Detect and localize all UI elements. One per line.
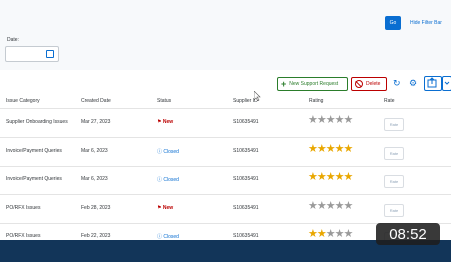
star-icon: ★: [343, 171, 354, 183]
status-text: Closed: [163, 148, 179, 155]
go-button[interactable]: Go: [385, 16, 401, 30]
supplier-id-cell: S10635491: [233, 233, 259, 239]
rating-stars: ★★★★★: [308, 171, 354, 183]
star-icon: ★: [325, 171, 336, 183]
column-header-rate[interactable]: Rate: [384, 98, 395, 104]
status-cell: ⓘ Closed: [157, 233, 179, 240]
rate-button[interactable]: Rate: [384, 203, 404, 217]
star-icon: ★: [316, 114, 327, 126]
star-icon: ★: [325, 142, 336, 155]
table-toolbar: + New Support Request Delete ↻ ⚙: [0, 70, 451, 96]
star-icon: ★: [343, 142, 354, 155]
new-support-request-label: New Support Request: [289, 81, 339, 87]
table-row[interactable]: Invoice/Payment Queries Mar 6, 2023 ⓘ Clos…: [0, 138, 451, 167]
created-date-cell: Mar 27, 2023: [81, 119, 111, 125]
column-header-status[interactable]: Status: [157, 98, 171, 104]
star-icon: ★: [343, 199, 354, 212]
status-text: New: [162, 204, 174, 211]
column-header-issue-category[interactable]: Issue Category: [6, 98, 40, 104]
status-cell: ⓘ Closed: [157, 176, 179, 183]
status-text: Closed: [163, 177, 179, 183]
issue-category-cell: Invoice/Payment Queries: [6, 176, 62, 182]
hide-filter-bar-link[interactable]: Hide Filter Bar: [410, 20, 442, 26]
rating-stars: ★★★★★: [308, 199, 354, 212]
status-cell: ⚑ New: [157, 205, 173, 211]
star-icon: ★: [334, 114, 345, 126]
table-row[interactable]: Supplier Onboarding Issues Mar 27, 2023 ⚑ …: [0, 109, 451, 138]
rating-stars: ★★★★★: [308, 228, 354, 240]
star-icon: ★: [316, 199, 327, 212]
export-button[interactable]: [424, 76, 442, 91]
star-icon: ★: [316, 171, 327, 183]
supplier-id-cell: S10635491: [233, 119, 259, 125]
status-cell: ⓘ Closed: [157, 148, 179, 155]
video-timestamp: 08:52: [376, 223, 440, 245]
settings-icon[interactable]: ⚙: [409, 79, 417, 88]
star-icon: ★: [325, 228, 336, 240]
issue-category-cell: Invoice/Payment Queries: [6, 147, 62, 154]
calendar-icon[interactable]: [46, 50, 54, 58]
column-header-created-date[interactable]: Created Date: [81, 98, 111, 104]
star-icon: ★: [308, 142, 318, 155]
rate-button[interactable]: Rate: [384, 118, 404, 131]
issue-category-cell: PO/RFX Issues: [6, 233, 41, 239]
issue-category-cell: Supplier Onboarding Issues: [6, 119, 68, 125]
refresh-icon[interactable]: ↻: [393, 79, 401, 88]
star-icon: ★: [308, 228, 318, 240]
status-cell: ⚑ New: [157, 119, 173, 125]
star-icon: ★: [308, 199, 318, 212]
export-icon: [427, 77, 437, 88]
delete-label: Delete: [366, 81, 381, 87]
plus-icon: +: [281, 78, 287, 89]
status-text: New: [162, 119, 174, 125]
delete-icon: [355, 80, 363, 88]
created-date-cell: Mar 6, 2023: [81, 176, 108, 182]
star-icon: ★: [343, 228, 354, 240]
date-input[interactable]: [5, 46, 59, 62]
created-date-cell: Feb 28, 2023: [81, 204, 111, 211]
star-icon: ★: [334, 199, 345, 212]
chevron-down-icon: [444, 81, 450, 85]
issue-category-cell: PO/RFX Issues: [6, 204, 41, 211]
rating-stars: ★★★★★: [308, 114, 354, 126]
star-icon: ★: [334, 228, 345, 240]
star-icon: ★: [325, 199, 336, 212]
table-row[interactable]: PO/RFX Issues Feb 28, 2023 ⚑ New S10635491 ★…: [0, 195, 451, 224]
new-support-request-button[interactable]: + New Support Request: [277, 77, 348, 91]
export-menu-button[interactable]: [442, 76, 451, 91]
table-header: Issue Category Created Date Status Suppl…: [0, 96, 451, 109]
star-icon: ★: [316, 142, 327, 155]
created-date-cell: Feb 22, 2023: [81, 233, 111, 239]
date-label: Date:: [7, 37, 19, 43]
app-frame: Go Hide Filter Bar Date: + New Support R…: [0, 0, 451, 262]
rate-button[interactable]: Rate: [384, 146, 404, 160]
created-date-cell: Mar 6, 2023: [81, 147, 108, 154]
filter-bar: Go Hide Filter Bar Date:: [0, 0, 451, 70]
mouse-cursor-icon: [254, 91, 261, 101]
star-icon: ★: [308, 171, 318, 183]
rating-stars: ★★★★★: [308, 142, 354, 155]
supplier-id-cell: S10635491: [233, 204, 259, 211]
star-icon: ★: [316, 228, 327, 240]
supplier-id-cell: S10635491: [233, 147, 259, 154]
column-header-rating[interactable]: Rating: [309, 98, 323, 104]
star-icon: ★: [343, 114, 354, 126]
star-icon: ★: [308, 114, 318, 126]
delete-button[interactable]: Delete: [351, 77, 387, 91]
table-row[interactable]: Invoice/Payment Queries Mar 6, 2023 ⓘ Clos…: [0, 166, 451, 195]
rate-button[interactable]: Rate: [384, 175, 404, 188]
star-icon: ★: [334, 171, 345, 183]
star-icon: ★: [334, 142, 345, 155]
star-icon: ★: [325, 114, 336, 126]
supplier-id-cell: S10635491: [233, 176, 259, 182]
